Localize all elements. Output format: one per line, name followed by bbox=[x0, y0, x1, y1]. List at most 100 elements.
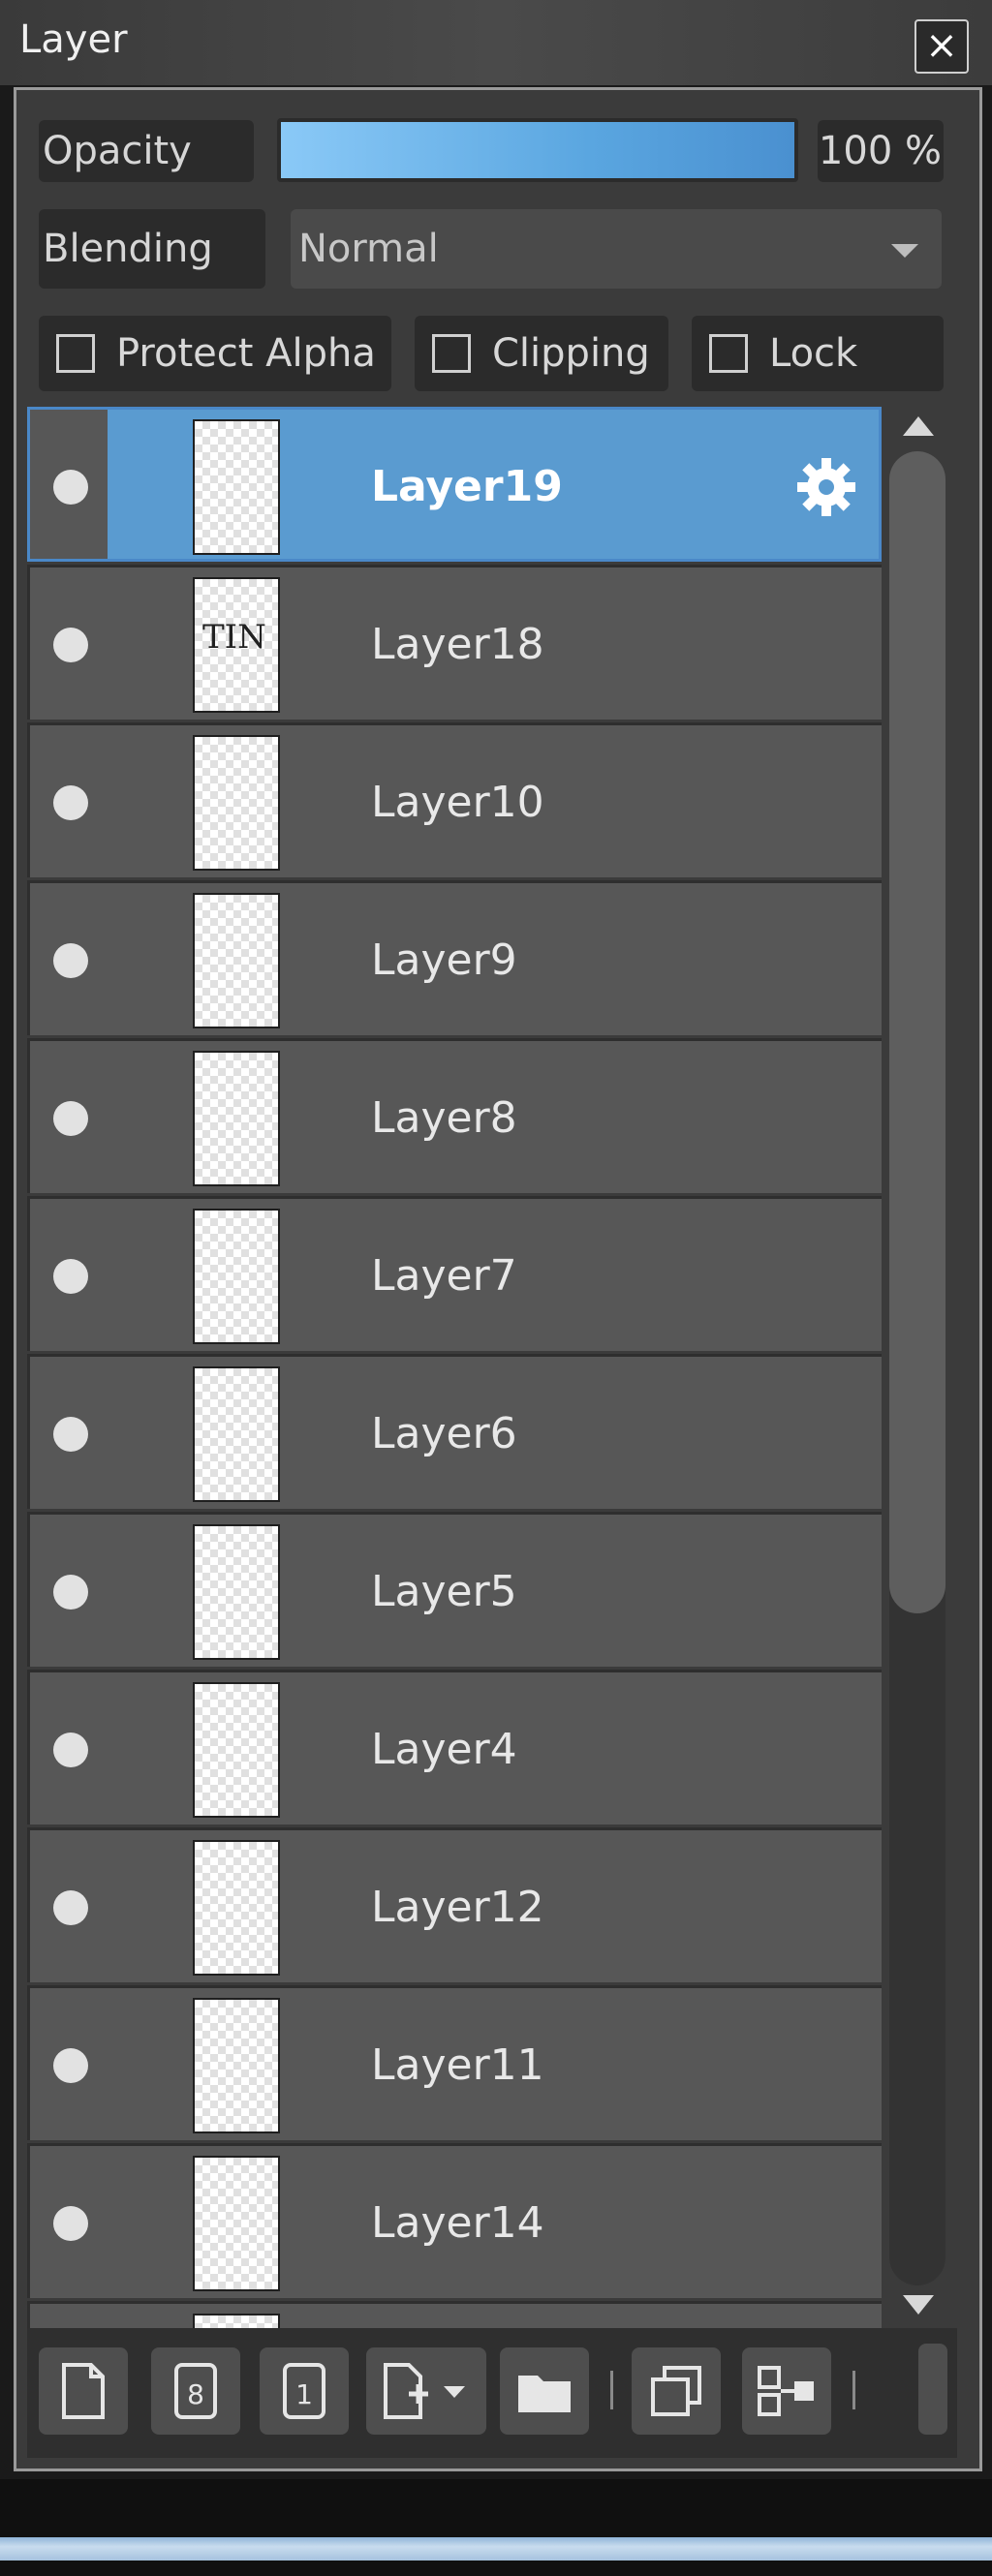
clipping-checkbox[interactable]: Clipping bbox=[415, 316, 668, 391]
blending-value: Normal bbox=[298, 227, 439, 271]
visibility-toggle-icon[interactable] bbox=[53, 2206, 88, 2241]
layer-row[interactable]: Layer14 bbox=[27, 2143, 882, 2298]
layer-name: Layer7 bbox=[371, 1251, 517, 1301]
checkbox-box bbox=[432, 334, 471, 373]
merge-down-button[interactable] bbox=[742, 2347, 831, 2435]
lock-label: Lock bbox=[769, 331, 858, 376]
layer-name: Layer9 bbox=[371, 935, 517, 985]
layer-thumbnail bbox=[193, 419, 280, 555]
taskbar-edge bbox=[0, 2537, 992, 2561]
layer-row[interactable]: Layer10 bbox=[27, 722, 882, 877]
visibility-toggle-icon[interactable] bbox=[53, 943, 88, 978]
visibility-toggle-icon[interactable] bbox=[53, 2048, 88, 2083]
layer-list[interactable]: Layer19 TIN Layer18 Layer10 Layer9 Layer8 Laye… bbox=[27, 407, 882, 2328]
layer-thumbnail bbox=[193, 2156, 280, 2291]
protect-alpha-label: Protect Alpha bbox=[116, 331, 376, 376]
toolbar-overflow-button[interactable] bbox=[918, 2344, 947, 2435]
layer-row[interactable] bbox=[27, 2301, 882, 2328]
add-layer-menu-icon bbox=[384, 2363, 465, 2419]
layer-name: Layer5 bbox=[371, 1567, 517, 1616]
opacity-slider-fill bbox=[281, 122, 794, 178]
opacity-label: Opacity bbox=[39, 120, 254, 182]
layer-toolbar: 8 1 bbox=[27, 2328, 957, 2458]
layer-row[interactable]: Layer7 bbox=[27, 1196, 882, 1351]
blending-select[interactable]: Normal bbox=[291, 209, 942, 289]
layer-row[interactable]: Layer8 bbox=[27, 1038, 882, 1193]
new-1bit-layer-button[interactable]: 1 bbox=[260, 2347, 349, 2435]
duplicate-layer-button[interactable] bbox=[632, 2347, 721, 2435]
layer-row[interactable]: Layer11 bbox=[27, 1985, 882, 2140]
layer-name: Layer18 bbox=[371, 620, 544, 669]
toolbar-separator bbox=[610, 2371, 613, 2409]
visibility-toggle-icon[interactable] bbox=[53, 1575, 88, 1610]
new-8bit-layer-icon: 8 bbox=[174, 2363, 217, 2419]
checkbox-box bbox=[709, 334, 748, 373]
window-bottom-edge bbox=[0, 2479, 992, 2576]
duplicate-layer-icon bbox=[651, 2366, 701, 2416]
layer-name: Layer8 bbox=[371, 1093, 517, 1143]
window-title: Layer bbox=[19, 17, 128, 62]
layer-name: Layer19 bbox=[371, 462, 563, 511]
layer-name: Layer14 bbox=[371, 2198, 544, 2248]
layer-thumbnail bbox=[193, 1524, 280, 1660]
new-folder-icon bbox=[518, 2376, 571, 2412]
scroll-up-arrow-icon[interactable] bbox=[903, 416, 934, 436]
layer-thumbnail bbox=[193, 1366, 280, 1502]
new-1bit-layer-icon: 1 bbox=[283, 2363, 326, 2419]
layer-row[interactable]: TIN Layer18 bbox=[27, 565, 882, 720]
layer-row[interactable]: Layer5 bbox=[27, 1512, 882, 1667]
layer-row[interactable]: Layer12 bbox=[27, 1827, 882, 1982]
layer-name: Layer12 bbox=[371, 1883, 544, 1932]
layer-thumbnail-sketch: TIN bbox=[202, 618, 266, 657]
scroll-down-arrow-icon[interactable] bbox=[903, 2295, 934, 2315]
layer-thumbnail bbox=[193, 893, 280, 1028]
visibility-toggle-icon[interactable] bbox=[53, 1733, 88, 1767]
layer-thumbnail bbox=[193, 1209, 280, 1344]
chevron-down-icon bbox=[891, 244, 918, 258]
toolbar-separator bbox=[852, 2371, 855, 2409]
layer-name: Layer10 bbox=[371, 778, 544, 827]
layer-thumbnail bbox=[193, 2314, 280, 2328]
visibility-toggle-icon[interactable] bbox=[53, 1890, 88, 1925]
layer-name: Layer11 bbox=[371, 2040, 544, 2090]
visibility-toggle-icon[interactable] bbox=[53, 1101, 88, 1136]
title-bar: Layer × bbox=[0, 0, 992, 85]
new-layer-icon bbox=[62, 2363, 105, 2419]
layer-list-scrollbar[interactable] bbox=[885, 407, 949, 2328]
visibility-toggle-icon[interactable] bbox=[53, 628, 88, 662]
layer-thumbnail bbox=[193, 1682, 280, 1818]
clipping-label: Clipping bbox=[492, 331, 650, 376]
layer-thumbnail bbox=[193, 1051, 280, 1186]
layer-row[interactable]: Layer4 bbox=[27, 1670, 882, 1825]
scroll-track[interactable] bbox=[889, 451, 946, 2285]
close-button[interactable]: × bbox=[914, 19, 969, 74]
merge-down-icon bbox=[758, 2366, 814, 2416]
protect-alpha-checkbox[interactable]: Protect Alpha bbox=[39, 316, 391, 391]
lock-checkbox[interactable]: Lock bbox=[692, 316, 944, 391]
new-layer-button[interactable] bbox=[39, 2347, 128, 2435]
visibility-toggle-icon[interactable] bbox=[53, 785, 88, 820]
scroll-thumb[interactable] bbox=[889, 451, 946, 1613]
checkbox-box bbox=[56, 334, 95, 373]
svg-text:1: 1 bbox=[295, 2378, 313, 2410]
visibility-toggle-icon[interactable] bbox=[53, 1259, 88, 1294]
layer-name: Layer6 bbox=[371, 1409, 517, 1458]
layer-thumbnail bbox=[193, 1998, 280, 2133]
layer-row[interactable]: Layer6 bbox=[27, 1354, 882, 1509]
layer-name: Layer4 bbox=[371, 1725, 517, 1774]
new-8bit-layer-button[interactable]: 8 bbox=[151, 2347, 240, 2435]
blending-label: Blending bbox=[39, 209, 265, 289]
new-folder-button[interactable] bbox=[500, 2347, 589, 2435]
visibility-toggle-icon[interactable] bbox=[53, 1417, 88, 1452]
opacity-value[interactable]: 100 % bbox=[818, 120, 944, 182]
layer-thumbnail bbox=[193, 1840, 280, 1976]
svg-text:8: 8 bbox=[187, 2378, 204, 2410]
layer-row[interactable]: Layer9 bbox=[27, 880, 882, 1035]
layer-thumbnail: TIN bbox=[193, 577, 280, 713]
gear-icon[interactable] bbox=[795, 456, 857, 518]
layer-row-selected[interactable]: Layer19 bbox=[27, 407, 882, 562]
opacity-slider[interactable] bbox=[277, 118, 798, 182]
add-layer-menu-button[interactable] bbox=[366, 2347, 486, 2435]
layer-thumbnail bbox=[193, 735, 280, 871]
visibility-toggle-icon[interactable] bbox=[53, 470, 88, 505]
